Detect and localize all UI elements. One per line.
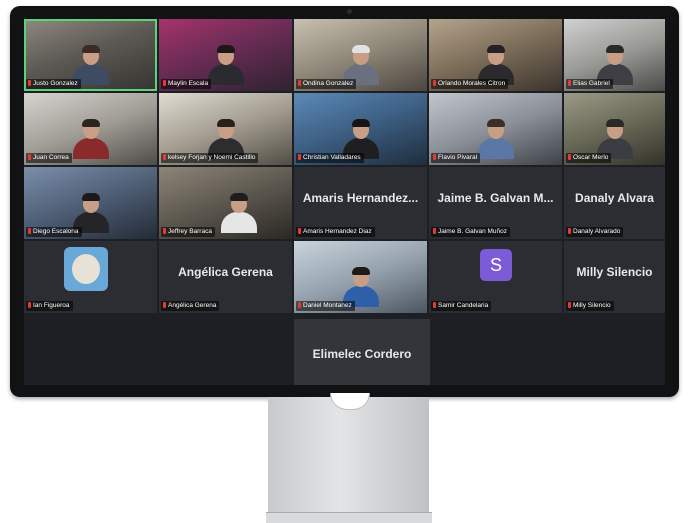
muted-mic-icon	[163, 80, 166, 86]
participant-tile[interactable]: Daniel Montanez	[294, 241, 427, 313]
participant-tile[interactable]: Ian Figueroa	[24, 241, 157, 313]
participant-display-name: Milly Silencio	[576, 265, 653, 279]
muted-mic-icon	[163, 228, 166, 234]
muted-mic-icon	[28, 80, 31, 86]
muted-mic-icon	[163, 302, 166, 308]
muted-mic-icon	[298, 228, 301, 234]
participant-name: Milly Silencio	[566, 301, 614, 311]
monitor-base	[266, 512, 432, 523]
participant-tile[interactable]: Juan Correa	[24, 93, 157, 165]
participant-name: Christian Valladares	[296, 153, 364, 163]
participant-name: Daniel Montanez	[296, 301, 355, 311]
muted-mic-icon	[28, 302, 31, 308]
participant-tile[interactable]: Ondina Gonzalez	[294, 19, 427, 91]
muted-mic-icon	[568, 80, 571, 86]
participant-tile[interactable]: Christian Valladares	[294, 93, 427, 165]
muted-mic-icon	[298, 80, 301, 86]
participant-name: Juan Correa	[26, 153, 72, 163]
muted-mic-icon	[568, 228, 571, 234]
participant-tile[interactable]: Justo Gonzalez	[24, 19, 157, 91]
participant-video	[206, 43, 246, 85]
participant-name: Maylin Escala	[161, 79, 212, 89]
participant-display-name: Jaime B. Galvan M...	[437, 191, 554, 205]
participant-video	[219, 191, 259, 233]
participant-name: Jaime B. Galvan Muñoz	[431, 227, 511, 237]
participant-tile[interactable]: Maylin Escala	[159, 19, 292, 91]
monitor-stand	[268, 397, 429, 515]
camera-dot	[347, 9, 352, 14]
participant-name: Danaly Alvarado	[566, 227, 624, 237]
participant-tile[interactable]: Elias Gabriel	[564, 19, 665, 91]
muted-mic-icon	[568, 154, 571, 160]
initial-avatar: S	[480, 249, 512, 281]
participant-tile[interactable]: Elimelec Cordero	[294, 319, 430, 385]
participant-name: Elias Gabriel	[566, 79, 613, 89]
participant-name: Ondina Gonzalez	[296, 79, 357, 89]
participant-name: kelsey Forjan y Noemi Castillo	[161, 153, 259, 163]
participant-tile[interactable]: Oscar Merlo	[564, 93, 665, 165]
participant-video	[71, 117, 111, 159]
participant-display-name: Elimelec Cordero	[312, 347, 412, 361]
participant-name: Orlando Morales Citron	[431, 79, 509, 89]
muted-mic-icon	[298, 302, 301, 308]
participant-display-name: Danaly Alvara	[575, 191, 654, 205]
participant-name: Samir Candelaria	[431, 301, 492, 311]
participant-tile[interactable]: Orlando Morales Citron	[429, 19, 562, 91]
participant-name: Oscar Merlo	[566, 153, 612, 163]
participant-tile[interactable]: Amaris Hernandez... Amaris Hernandez Dia…	[294, 167, 427, 239]
participant-tile[interactable]: Diego Escalona	[24, 167, 157, 239]
participant-name: Flavio Pivaral	[431, 153, 481, 163]
participant-name: Ian Figueroa	[26, 301, 73, 311]
video-call-gallery: Justo Gonzalez Maylin Escala Ondina Gonz…	[24, 19, 665, 385]
participant-tile[interactable]: Jeffrey Barraca	[159, 167, 292, 239]
participant-display-name: Angélica Gerena	[178, 265, 273, 279]
muted-mic-icon	[433, 302, 436, 308]
muted-mic-icon	[433, 228, 436, 234]
muted-mic-icon	[28, 154, 31, 160]
muted-mic-icon	[28, 228, 31, 234]
participant-tile[interactable]: Flavio Pivaral	[429, 93, 562, 165]
participant-name: Diego Escalona	[26, 227, 82, 237]
muted-mic-icon	[568, 302, 571, 308]
participant-tile[interactable]: Danaly Alvara Danaly Alvarado	[564, 167, 665, 239]
participant-tile[interactable]: kelsey Forjan y Noemi Castillo	[159, 93, 292, 165]
monitor-bezel: Justo Gonzalez Maylin Escala Ondina Gonz…	[10, 6, 679, 397]
participant-name: Jeffrey Barraca	[161, 227, 215, 237]
participant-display-name: Amaris Hernandez...	[302, 191, 419, 205]
muted-mic-icon	[433, 154, 436, 160]
muted-mic-icon	[298, 154, 301, 160]
muted-mic-icon	[163, 154, 166, 160]
participant-tile[interactable]: Jaime B. Galvan M... Jaime B. Galvan Muñ…	[429, 167, 562, 239]
cartoon-avatar	[64, 247, 108, 291]
muted-mic-icon	[433, 80, 436, 86]
participant-tile[interactable]: S Samir Candelaria	[429, 241, 562, 313]
participant-name: Amaris Hernandez Diaz	[296, 227, 375, 237]
participant-name: Angélica Gerena	[161, 301, 220, 311]
participant-video	[476, 117, 516, 159]
participant-tile[interactable]: Angélica Gerena Angélica Gerena	[159, 241, 292, 313]
participant-tile[interactable]: Milly Silencio Milly Silencio	[564, 241, 665, 313]
participant-name: Justo Gonzalez	[26, 79, 81, 89]
